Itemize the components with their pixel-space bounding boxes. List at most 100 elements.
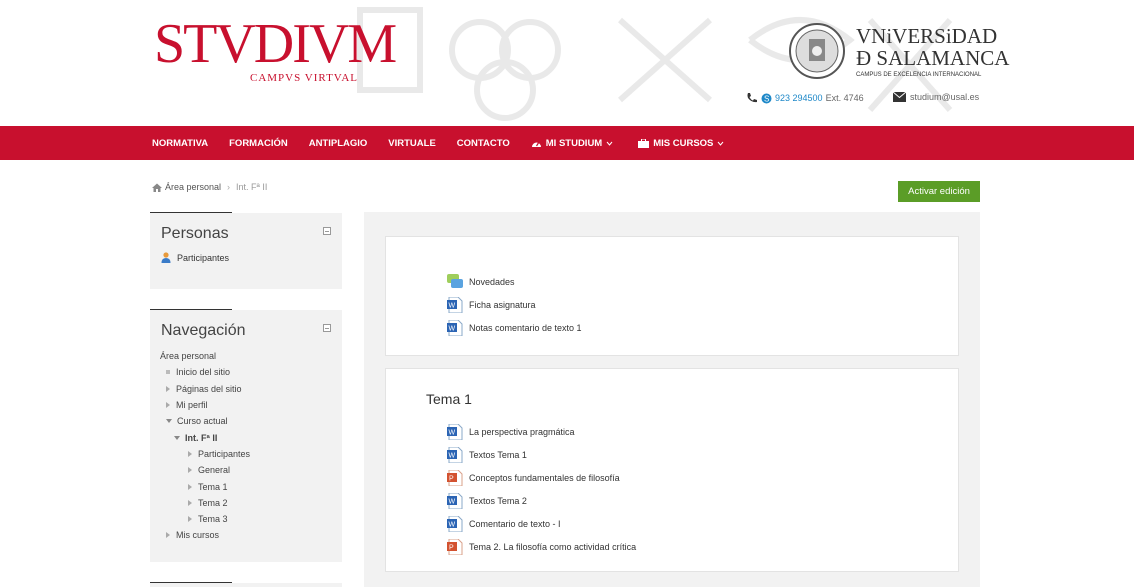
expand-arrow-icon <box>188 467 192 474</box>
collapse-block-icon[interactable] <box>323 324 331 332</box>
nav-tree-course[interactable]: Int. Fª II <box>160 429 250 445</box>
svg-text:W: W <box>449 430 456 437</box>
activity-label: Ficha asignatura <box>469 300 536 310</box>
university-logo[interactable]: VNiVERSiDAD Ð SALAMANCA CAMPUS DE EXCELE… <box>788 22 1009 82</box>
collapse-arrow-icon <box>174 435 180 440</box>
nav-normativa[interactable]: NORMATIVA <box>152 138 208 149</box>
briefcase-icon <box>638 138 650 148</box>
logo-text: STVDIVM <box>154 13 397 75</box>
participants-label: Participantes <box>177 252 230 263</box>
nav-contacto[interactable]: CONTACTO <box>457 138 510 149</box>
activity-textos-tema-1[interactable]: W Textos Tema 1 <box>447 447 527 463</box>
nav-tree-label: Tema 1 <box>198 481 228 492</box>
nav-mi-studium-label: MI STUDIUM <box>545 137 603 149</box>
svg-text:W: W <box>449 499 456 506</box>
section-general: Novedades W Ficha asignatura W Notas com… <box>385 236 959 356</box>
home-icon <box>152 183 162 192</box>
section-title: Tema 1 <box>426 391 472 407</box>
nav-tree-label: General <box>198 465 231 476</box>
activity-label: Textos Tema 2 <box>469 496 527 506</box>
nav-tree-inicio[interactable]: Inicio del sitio <box>160 364 250 380</box>
nav-tree-tema-1[interactable]: Tema 1 <box>160 478 250 494</box>
nav-tree-label: Tema 2 <box>198 497 228 508</box>
word-document-icon: W <box>447 424 463 440</box>
svg-text:P: P <box>449 476 454 483</box>
email-address: studium@usal.es <box>910 92 980 102</box>
nav-mis-cursos[interactable]: MIS CURSOS <box>638 138 728 149</box>
nav-tree-mi-perfil[interactable]: Mi perfil <box>160 397 250 413</box>
expand-arrow-icon <box>166 385 170 392</box>
envelope-icon <box>893 92 906 102</box>
nav-mis-cursos-label: MIS CURSOS <box>653 137 714 149</box>
skype-icon: S <box>761 93 772 103</box>
logo-subtitle: CAMPVS VIRTVAL <box>250 72 358 84</box>
navigation-block: Navegación Área personal Inicio del siti… <box>150 310 342 562</box>
nav-tree-participantes[interactable]: Participantes <box>160 446 250 462</box>
svg-text:W: W <box>449 522 456 529</box>
university-seal-icon <box>789 23 845 79</box>
university-name-line2: Ð SALAMANCA <box>856 46 1010 70</box>
nav-tree-label: Curso actual <box>177 416 228 427</box>
activity-comentario[interactable]: W Comentario de texto - I <box>447 516 561 532</box>
activity-label: Tema 2. La filosofía como actividad crít… <box>469 542 637 552</box>
word-document-icon: W <box>447 493 463 509</box>
svg-text:W: W <box>449 453 456 460</box>
powerpoint-document-icon: P <box>447 470 463 486</box>
word-document-icon: W <box>447 320 463 336</box>
forum-icon <box>447 274 463 288</box>
studium-logo[interactable]: STVDIVM CAMPVS VIRTVAL <box>154 13 397 84</box>
course-content: Novedades W Ficha asignatura W Notas com… <box>364 212 980 587</box>
word-document-icon: W <box>447 447 463 463</box>
activity-perspectiva[interactable]: W La perspectiva pragmática <box>447 424 575 440</box>
site-header: STVDIVM CAMPVS VIRTVAL VNiVERSiDAD Ð SAL… <box>0 0 1134 126</box>
breadcrumb-home[interactable]: Área personal <box>165 182 221 192</box>
svg-text:W: W <box>449 303 456 310</box>
activity-ficha[interactable]: W Ficha asignatura <box>447 297 536 313</box>
activity-textos-tema-2[interactable]: W Textos Tema 2 <box>447 493 527 509</box>
nav-antiplagio[interactable]: ANTIPLAGIO <box>309 138 368 149</box>
block-title-personas: Personas <box>161 225 229 242</box>
expand-arrow-icon <box>188 499 192 506</box>
nav-tree-label: Tema 3 <box>198 514 228 525</box>
activity-tema-2-filosofia[interactable]: P Tema 2. La filosofía como actividad cr… <box>447 539 636 555</box>
expand-arrow-icon <box>188 450 192 457</box>
navigation-tree: Área personal Inicio del sitio Páginas d… <box>160 348 250 544</box>
nav-tree-label: Int. Fª II <box>185 432 218 443</box>
participants-link[interactable]: Participantes <box>161 252 229 263</box>
nav-tree-tema-3[interactable]: Tema 3 <box>160 511 250 527</box>
breadcrumb-current[interactable]: Int. Fª II <box>236 182 267 192</box>
activity-conceptos[interactable]: P Conceptos fundamentales de filosofía <box>447 470 620 486</box>
nav-tree-curso-actual[interactable]: Curso actual <box>160 413 250 429</box>
activity-label: La perspectiva pragmática <box>469 427 575 437</box>
expand-arrow-icon <box>188 483 192 490</box>
nav-tree-general[interactable]: General <box>160 462 250 478</box>
university-tagline: CAMPUS DE EXCELENCIA INTERNACIONAL <box>856 72 982 78</box>
activity-notas[interactable]: W Notas comentario de texto 1 <box>447 320 582 336</box>
phone-contact[interactable]: S 923 294500 Ext. 4746 <box>746 92 864 104</box>
collapse-block-icon[interactable] <box>323 227 331 235</box>
personas-block: Personas Participantes <box>150 213 342 289</box>
expand-arrow-icon <box>166 402 170 409</box>
phone-icon <box>747 93 757 103</box>
word-document-icon: W <box>447 516 463 532</box>
nav-tree-label: Inicio del sitio <box>176 367 231 378</box>
powerpoint-document-icon: P <box>447 539 463 555</box>
nav-tree-tema-2[interactable]: Tema 2 <box>160 495 250 511</box>
word-document-icon: W <box>447 297 463 313</box>
phone-number: 923 294500 <box>775 93 823 103</box>
edit-mode-button[interactable]: Activar edición <box>898 181 980 202</box>
nav-mi-studium[interactable]: MI STUDIUM <box>531 138 617 149</box>
nav-formacion[interactable]: FORMACIÓN <box>229 138 288 149</box>
nav-tree-mis-cursos[interactable]: Mis cursos <box>160 527 250 543</box>
collapse-arrow-icon <box>166 419 172 424</box>
nav-tree-paginas[interactable]: Páginas del sitio <box>160 381 250 397</box>
dashboard-icon <box>531 141 541 147</box>
email-contact[interactable]: studium@usal.es <box>893 92 979 102</box>
nav-virtuale[interactable]: VIRTUALE <box>388 138 436 149</box>
activity-novedades[interactable]: Novedades <box>447 274 515 290</box>
activity-label: Comentario de texto - I <box>469 519 561 529</box>
nav-tree-area-personal[interactable]: Área personal <box>160 348 250 364</box>
activity-label: Conceptos fundamentales de filosofía <box>469 473 620 483</box>
expand-arrow-icon <box>188 516 192 523</box>
block-title-navegacion: Navegación <box>161 322 246 339</box>
